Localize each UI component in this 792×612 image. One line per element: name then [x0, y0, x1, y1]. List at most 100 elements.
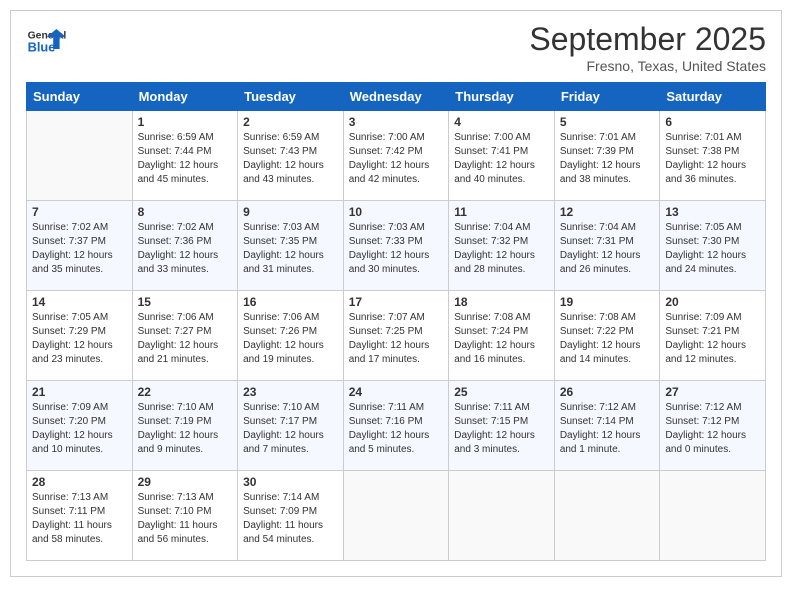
svg-text:Blue: Blue	[28, 39, 56, 54]
calendar-cell: 9Sunrise: 7:03 AMSunset: 7:35 PMDaylight…	[238, 201, 344, 291]
calendar-table: SundayMondayTuesdayWednesdayThursdayFrid…	[26, 82, 766, 561]
day-number: 25	[454, 385, 549, 399]
day-number: 10	[349, 205, 444, 219]
cell-info: Sunrise: 7:08 AMSunset: 7:22 PMDaylight:…	[560, 311, 655, 367]
day-number: 29	[138, 475, 233, 489]
header-day-monday: Monday	[132, 83, 238, 111]
cell-info: Sunrise: 7:14 AMSunset: 7:09 PMDaylight:…	[243, 491, 338, 547]
header-day-wednesday: Wednesday	[343, 83, 449, 111]
day-number: 19	[560, 295, 655, 309]
calendar-cell: 22 Sunrise: 7:10 AMSunset: 7:19 PMDayligh…	[132, 381, 238, 471]
cell-info: Sunrise: 6:59 AMSunset: 7:43 PMDaylight:…	[243, 131, 338, 187]
cell-info: Sunrise: 7:10 AMSunset: 7:17 PMDaylight:…	[243, 401, 338, 457]
day-number: 26	[560, 385, 655, 399]
calendar-cell: 20Sunrise: 7:09 AMSunset: 7:21 PMDayligh…	[660, 291, 766, 381]
calendar-cell: 10 Sunrise: 7:03 AMSunset: 7:33 PMDayligh…	[343, 201, 449, 291]
cell-info: Sunrise: 7:11 AMSunset: 7:16 PMDaylight:…	[349, 401, 444, 457]
calendar-cell: 13 Sunrise: 7:05 AMSunset: 7:30 PMDayligh…	[660, 201, 766, 291]
cell-info: Sunrise: 7:05 AMSunset: 7:29 PMDaylight:…	[32, 311, 127, 367]
cell-info: Sunrise: 7:11 AMSunset: 7:15 PMDaylight:…	[454, 401, 549, 457]
cell-info: Sunrise: 7:03 AMSunset: 7:35 PMDaylight:…	[243, 221, 338, 277]
cell-info: Sunrise: 7:06 AMSunset: 7:27 PMDaylight:…	[138, 311, 233, 367]
calendar-cell: 8Sunrise: 7:02 AMSunset: 7:36 PMDaylight…	[132, 201, 238, 291]
header-day-tuesday: Tuesday	[238, 83, 344, 111]
calendar-cell	[660, 471, 766, 561]
logo-icon: General Blue	[26, 21, 66, 61]
calendar-cell	[449, 471, 555, 561]
calendar-cell: 5 Sunrise: 7:01 AMSunset: 7:39 PMDaylight…	[554, 111, 660, 201]
location: Fresno, Texas, United States	[529, 58, 766, 74]
day-number: 27	[665, 385, 760, 399]
calendar-cell	[343, 471, 449, 561]
calendar-cell: 30 Sunrise: 7:14 AMSunset: 7:09 PMDayligh…	[238, 471, 344, 561]
calendar-cell: 2 Sunrise: 6:59 AMSunset: 7:43 PMDaylight…	[238, 111, 344, 201]
calendar-week-1: 1 Sunrise: 6:59 AMSunset: 7:44 PMDaylight…	[27, 111, 766, 201]
day-number: 8	[138, 205, 233, 219]
calendar-cell: 4 Sunrise: 7:00 AMSunset: 7:41 PMDaylight…	[449, 111, 555, 201]
day-number: 20	[665, 295, 760, 309]
day-number: 3	[349, 115, 444, 129]
calendar-cell: 15 Sunrise: 7:06 AMSunset: 7:27 PMDayligh…	[132, 291, 238, 381]
header-day-saturday: Saturday	[660, 83, 766, 111]
cell-info: Sunrise: 7:13 AMSunset: 7:10 PMDaylight:…	[138, 491, 233, 547]
calendar-cell: 24 Sunrise: 7:11 AMSunset: 7:16 PMDayligh…	[343, 381, 449, 471]
header-day-friday: Friday	[554, 83, 660, 111]
day-number: 4	[454, 115, 549, 129]
calendar-cell: 29 Sunrise: 7:13 AMSunset: 7:10 PMDayligh…	[132, 471, 238, 561]
calendar-cell: 17 Sunrise: 7:07 AMSunset: 7:25 PMDayligh…	[343, 291, 449, 381]
title-block: September 2025 Fresno, Texas, United Sta…	[529, 21, 766, 74]
day-number: 1	[138, 115, 233, 129]
calendar-week-4: 21 Sunrise: 7:09 AMSunset: 7:20 PMDayligh…	[27, 381, 766, 471]
cell-info: Sunrise: 7:03 AMSunset: 7:33 PMDaylight:…	[349, 221, 444, 277]
day-number: 22	[138, 385, 233, 399]
calendar-cell: 23Sunrise: 7:10 AMSunset: 7:17 PMDayligh…	[238, 381, 344, 471]
cell-info: Sunrise: 7:05 AMSunset: 7:30 PMDaylight:…	[665, 221, 760, 277]
cell-info: Sunrise: 6:59 AMSunset: 7:44 PMDaylight:…	[138, 131, 233, 187]
day-number: 21	[32, 385, 127, 399]
day-number: 7	[32, 205, 127, 219]
calendar-week-5: 28Sunrise: 7:13 AMSunset: 7:11 PMDayligh…	[27, 471, 766, 561]
cell-info: Sunrise: 7:07 AMSunset: 7:25 PMDaylight:…	[349, 311, 444, 367]
calendar-cell: 3Sunrise: 7:00 AMSunset: 7:42 PMDaylight…	[343, 111, 449, 201]
calendar-cell	[554, 471, 660, 561]
cell-info: Sunrise: 7:12 AMSunset: 7:14 PMDaylight:…	[560, 401, 655, 457]
header: General Blue September 2025 Fresno, Texa…	[26, 21, 766, 74]
calendar-cell: 18 Sunrise: 7:08 AMSunset: 7:24 PMDayligh…	[449, 291, 555, 381]
day-number: 28	[32, 475, 127, 489]
cell-info: Sunrise: 7:01 AMSunset: 7:38 PMDaylight:…	[665, 131, 760, 187]
calendar-cell: 27Sunrise: 7:12 AMSunset: 7:12 PMDayligh…	[660, 381, 766, 471]
cell-info: Sunrise: 7:10 AMSunset: 7:19 PMDaylight:…	[138, 401, 233, 457]
day-number: 24	[349, 385, 444, 399]
cell-info: Sunrise: 7:01 AMSunset: 7:39 PMDaylight:…	[560, 131, 655, 187]
day-number: 6	[665, 115, 760, 129]
calendar-cell: 1 Sunrise: 6:59 AMSunset: 7:44 PMDaylight…	[132, 111, 238, 201]
calendar-body: 1 Sunrise: 6:59 AMSunset: 7:44 PMDaylight…	[27, 111, 766, 561]
day-number: 13	[665, 205, 760, 219]
calendar-cell: 16Sunrise: 7:06 AMSunset: 7:26 PMDayligh…	[238, 291, 344, 381]
day-number: 12	[560, 205, 655, 219]
header-day-sunday: Sunday	[27, 83, 133, 111]
cell-info: Sunrise: 7:02 AMSunset: 7:37 PMDaylight:…	[32, 221, 127, 277]
month-title: September 2025	[529, 21, 766, 58]
day-number: 15	[138, 295, 233, 309]
day-number: 18	[454, 295, 549, 309]
calendar-cell: 26 Sunrise: 7:12 AMSunset: 7:14 PMDayligh…	[554, 381, 660, 471]
day-number: 14	[32, 295, 127, 309]
cell-info: Sunrise: 7:09 AMSunset: 7:20 PMDaylight:…	[32, 401, 127, 457]
cell-info: Sunrise: 7:08 AMSunset: 7:24 PMDaylight:…	[454, 311, 549, 367]
calendar-cell: 11Sunrise: 7:04 AMSunset: 7:32 PMDayligh…	[449, 201, 555, 291]
day-number: 17	[349, 295, 444, 309]
calendar-week-3: 14 Sunrise: 7:05 AMSunset: 7:29 PMDayligh…	[27, 291, 766, 381]
cell-info: Sunrise: 7:00 AMSunset: 7:41 PMDaylight:…	[454, 131, 549, 187]
logo: General Blue	[26, 21, 70, 61]
calendar-cell: 7 Sunrise: 7:02 AMSunset: 7:37 PMDaylight…	[27, 201, 133, 291]
day-number: 2	[243, 115, 338, 129]
header-day-thursday: Thursday	[449, 83, 555, 111]
calendar-cell: 19 Sunrise: 7:08 AMSunset: 7:22 PMDayligh…	[554, 291, 660, 381]
calendar-header-row: SundayMondayTuesdayWednesdayThursdayFrid…	[27, 83, 766, 111]
day-number: 30	[243, 475, 338, 489]
calendar-cell	[27, 111, 133, 201]
cell-info: Sunrise: 7:04 AMSunset: 7:31 PMDaylight:…	[560, 221, 655, 277]
day-number: 5	[560, 115, 655, 129]
cell-info: Sunrise: 7:06 AMSunset: 7:26 PMDaylight:…	[243, 311, 338, 367]
